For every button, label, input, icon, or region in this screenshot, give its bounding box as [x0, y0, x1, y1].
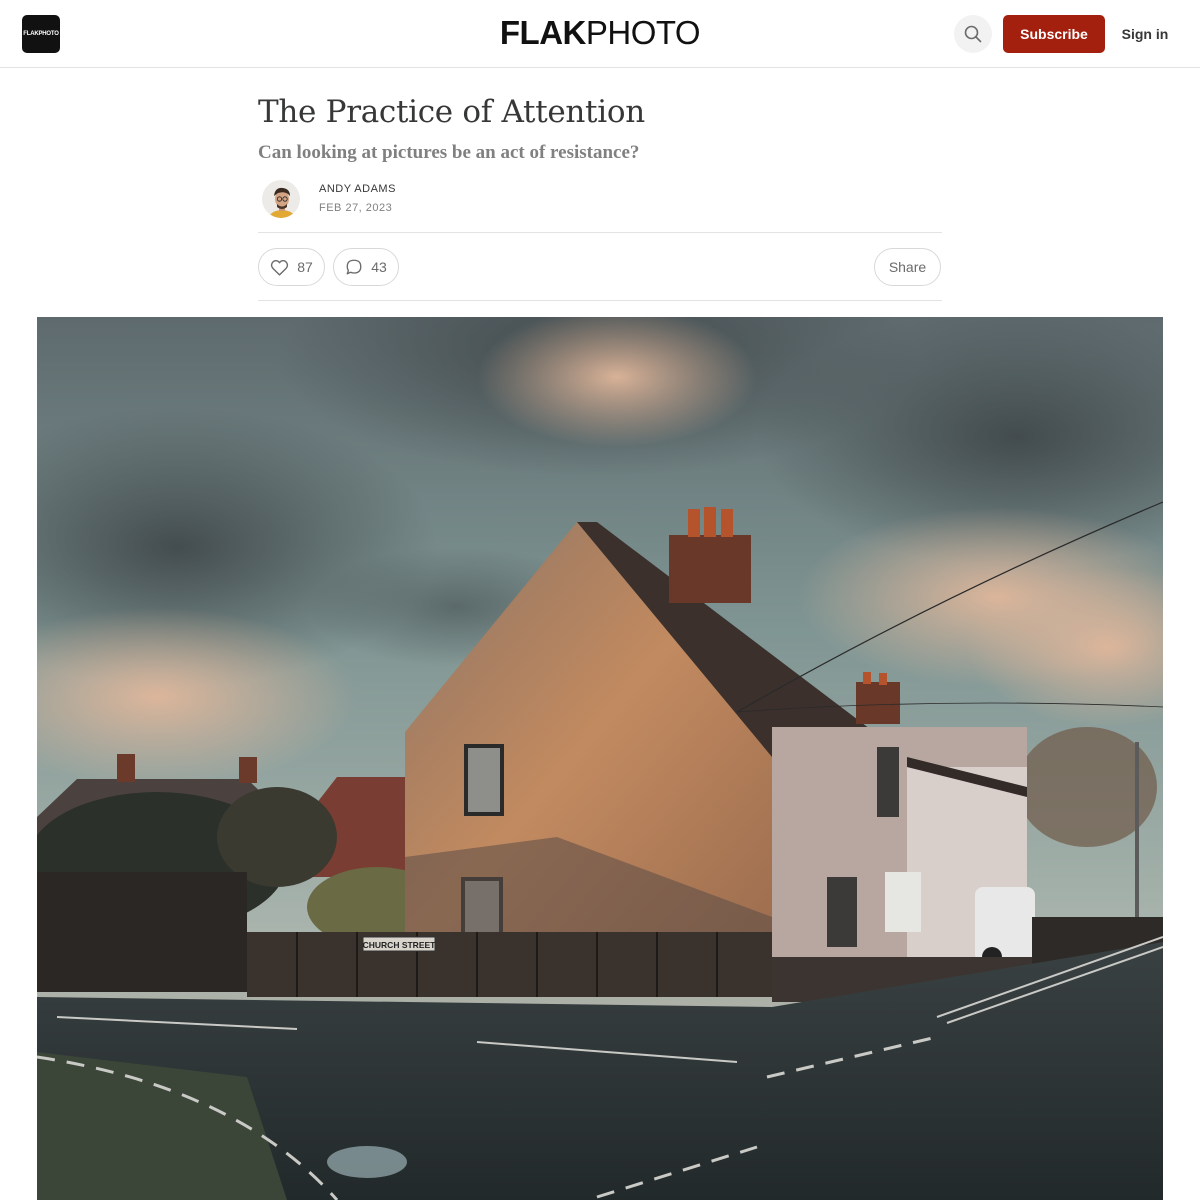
- heart-icon: [271, 259, 289, 276]
- like-count: 87: [297, 259, 313, 275]
- hero-photo-image: CHURCH STREET: [37, 317, 1163, 1200]
- top-navigation-bar: FLAKPHOTO FLAKPHOTO Subscribe Sign in: [0, 0, 1200, 68]
- comment-button[interactable]: 43: [333, 248, 399, 286]
- share-label: Share: [888, 259, 927, 275]
- divider: [258, 232, 942, 233]
- subscribe-button[interactable]: Subscribe: [1003, 15, 1105, 53]
- search-button[interactable]: [954, 15, 992, 53]
- comment-icon: [346, 259, 362, 275]
- sign-in-button[interactable]: Sign in: [1115, 15, 1175, 53]
- author-name[interactable]: ANDY ADAMS: [319, 183, 396, 195]
- divider: [258, 300, 942, 301]
- wordmark-bold: FLAK: [499, 14, 586, 51]
- post-date: FEB 27, 2023: [319, 202, 393, 214]
- author-avatar-image: [262, 180, 300, 218]
- street-sign-text: CHURCH STREET: [363, 940, 437, 950]
- post-title: The Practice of Attention: [258, 94, 645, 130]
- comment-count: 43: [371, 259, 387, 275]
- share-button[interactable]: Share: [874, 248, 941, 286]
- author-avatar[interactable]: [262, 180, 300, 218]
- hero-photo[interactable]: CHURCH STREET: [37, 317, 1163, 1200]
- wordmark-light: PHOTO: [585, 14, 701, 51]
- post-subtitle: Can looking at pictures be an act of res…: [258, 142, 640, 163]
- like-button[interactable]: 87: [258, 248, 325, 286]
- search-icon: [964, 25, 982, 43]
